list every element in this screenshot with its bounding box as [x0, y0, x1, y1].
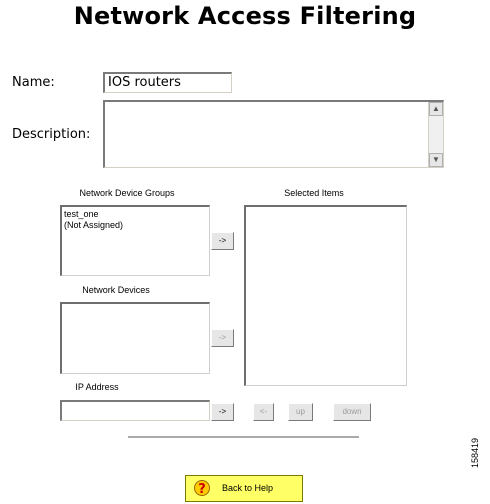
- list-item[interactable]: (Not Assigned): [62, 220, 209, 231]
- devices-label: Network Devices: [82, 285, 150, 295]
- name-label: Name:: [12, 75, 55, 90]
- description-value: [105, 102, 443, 104]
- description-scrollbar[interactable]: ▲ ▼: [428, 102, 443, 167]
- scroll-down-icon[interactable]: ▼: [429, 153, 443, 167]
- name-value: IOS routers: [108, 75, 181, 90]
- ip-address-value: [62, 402, 209, 404]
- groups-label: Network Device Groups: [79, 188, 175, 198]
- move-up-button[interactable]: up: [288, 403, 313, 421]
- description-field[interactable]: ▲ ▼: [103, 100, 444, 168]
- ip-label: IP Address: [75, 382, 119, 392]
- add-group-button[interactable]: ->: [211, 232, 234, 250]
- divider: [128, 436, 359, 438]
- description-label: Description:: [12, 127, 91, 142]
- ip-address-input[interactable]: [60, 400, 210, 421]
- add-device-button[interactable]: ->: [211, 329, 234, 347]
- back-to-help-button[interactable]: ? Back to Help: [185, 475, 303, 502]
- selected-items-label: Selected Items: [284, 188, 344, 198]
- back-to-help-label: Back to Help: [222, 483, 274, 493]
- groups-listbox[interactable]: test_one (Not Assigned): [60, 205, 210, 276]
- svg-text:?: ?: [198, 482, 206, 497]
- scroll-up-icon[interactable]: ▲: [429, 102, 443, 116]
- move-down-button[interactable]: down: [333, 403, 371, 421]
- selected-items-listbox[interactable]: [244, 205, 407, 386]
- list-item[interactable]: test_one: [62, 209, 209, 220]
- add-ip-button[interactable]: ->: [211, 403, 234, 421]
- help-question-icon: ?: [194, 480, 210, 497]
- page-title: Network Access Filtering: [73, 2, 417, 30]
- figure-id: 158419: [470, 437, 480, 468]
- devices-listbox[interactable]: [60, 302, 210, 374]
- name-field[interactable]: IOS routers: [103, 72, 232, 93]
- remove-button[interactable]: <-: [253, 403, 274, 421]
